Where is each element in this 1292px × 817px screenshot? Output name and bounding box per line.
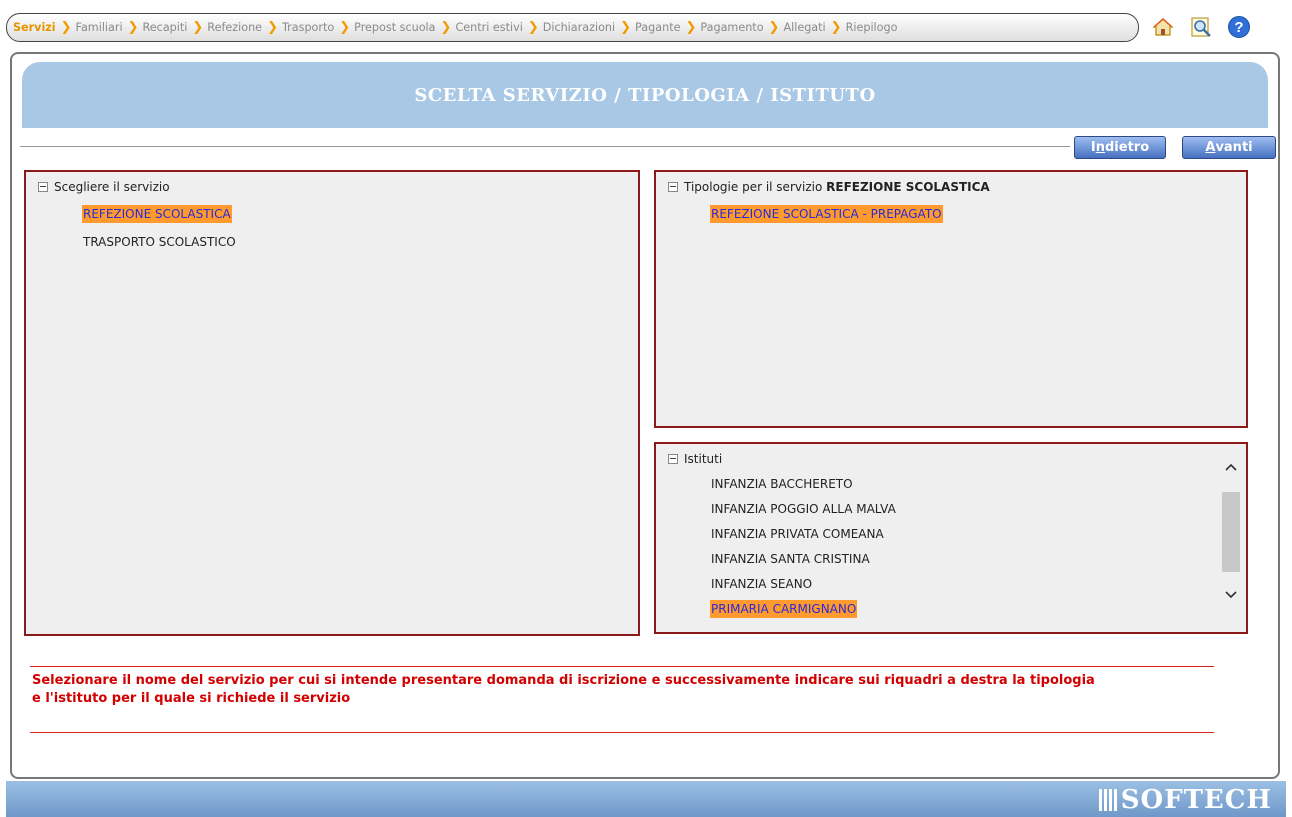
back-button-label-c: dietro [1104, 140, 1150, 155]
istituto-item[interactable]: INFANZIA SANTA CRISTINA [710, 550, 871, 568]
scrollbar-thumb[interactable] [1222, 492, 1240, 572]
chevron-right-icon: ❯ [127, 20, 139, 35]
logo-bars-icon [1098, 789, 1117, 811]
breadcrumb-step-pagante[interactable]: Pagante ❯ [635, 20, 700, 35]
message-divider-top [30, 666, 1214, 667]
chevron-right-icon: ❯ [192, 20, 204, 35]
title-bar: SCELTA SERVIZIO / TIPOLOGIA / ISTITUTO [22, 62, 1268, 128]
chevron-down-icon[interactable] [1222, 586, 1240, 604]
home-icon[interactable] [1150, 14, 1176, 40]
breadcrumb-label: Pagante [635, 21, 681, 34]
breadcrumb-step-familiari[interactable]: Familiari ❯ [76, 20, 143, 35]
footer: SOFTECH [6, 781, 1286, 817]
back-button-label-b: n [1095, 140, 1105, 155]
breadcrumb-step-servizi[interactable]: Servizi ❯ [13, 20, 76, 35]
breadcrumb-label: Familiari [75, 21, 123, 34]
page-title: SCELTA SERVIZIO / TIPOLOGIA / ISTITUTO [414, 84, 876, 106]
chevron-right-icon: ❯ [339, 20, 351, 35]
istituto-item[interactable]: INFANZIA PRIVATA COMEANA [710, 525, 885, 543]
collapse-icon[interactable] [38, 182, 48, 192]
servizi-header-label: Scegliere il servizio [54, 180, 170, 194]
istituto-item[interactable]: INFANZIA POGGIO ALLA MALVA [710, 500, 897, 518]
istituto-item[interactable]: INFANZIA SEANO [710, 575, 813, 593]
breadcrumb-step-trasporto[interactable]: Trasporto ❯ [282, 20, 354, 35]
breadcrumb-label: Refezione [207, 21, 263, 34]
chevron-right-icon: ❯ [60, 20, 72, 35]
tipologie-header-prefix: Tipologie per il servizio [684, 180, 823, 194]
breadcrumb-step-riepilogo[interactable]: Riepilogo [846, 21, 898, 34]
servizio-item-refezione[interactable]: REFEZIONE SCOLASTICA [82, 205, 232, 223]
chevron-right-icon: ❯ [685, 20, 697, 35]
chevron-right-icon: ❯ [768, 20, 780, 35]
breadcrumb-label: Prepost scuola [354, 21, 436, 34]
message-divider-bottom [30, 732, 1214, 733]
svg-text:?: ? [1234, 19, 1243, 36]
instruction-line-1: Selezionare il nome del servizio per cui… [32, 673, 1095, 688]
chevron-right-icon: ❯ [620, 20, 632, 35]
breadcrumb-label: Dichiarazioni [542, 21, 616, 34]
help-icon[interactable]: ? [1226, 14, 1252, 40]
header-icons: ? [1150, 14, 1252, 40]
tipologia-item-prepagato[interactable]: REFEZIONE SCOLASTICA - PREPAGATO [710, 205, 943, 223]
breadcrumb-label: Recapiti [142, 21, 188, 34]
istituto-item[interactable]: INFANZIA BACCHERETO [710, 475, 854, 493]
breadcrumb-step-refezione[interactable]: Refezione ❯ [207, 20, 282, 35]
breadcrumb-step-centri-estivi[interactable]: Centri estivi ❯ [455, 20, 542, 35]
breadcrumb: Servizi ❯ Familiari ❯ Recapiti ❯ Refezione ❯… [6, 13, 1139, 42]
instruction-line-2: e l'istituto per il quale si richiede il… [32, 691, 351, 706]
collapse-icon[interactable] [668, 182, 678, 192]
breadcrumb-step-prepost[interactable]: Prepost scuola ❯ [354, 20, 455, 35]
collapse-icon[interactable] [668, 454, 678, 464]
tipologie-header-service: REFEZIONE SCOLASTICA [826, 180, 990, 194]
servizi-tree-header[interactable]: Scegliere il servizio [38, 180, 170, 194]
next-button-label-b: vanti [1215, 140, 1253, 155]
breadcrumb-label: Centri estivi [455, 21, 523, 34]
breadcrumb-label: Pagamento [700, 21, 764, 34]
breadcrumb-label: Allegati [783, 21, 826, 34]
tipologie-tree: Tipologie per il servizio REFEZIONE SCOL… [654, 170, 1248, 428]
istituti-tree-header[interactable]: Istituti [668, 452, 722, 466]
breadcrumb-step-dichiarazioni[interactable]: Dichiarazioni ❯ [543, 20, 635, 35]
softech-logo: SOFTECH [1098, 785, 1272, 815]
breadcrumb-label: Riepilogo [845, 21, 898, 34]
servizi-tree: Scegliere il servizio REFEZIONE SCOLASTI… [24, 170, 640, 636]
chevron-right-icon: ❯ [830, 20, 842, 35]
chevron-right-icon: ❯ [440, 20, 452, 35]
logo-text: SOFTECH [1120, 785, 1272, 815]
breadcrumb-label: Trasporto [281, 21, 335, 34]
breadcrumb-label: Servizi [13, 21, 56, 34]
next-button-label-a: A [1205, 140, 1216, 155]
chevron-right-icon: ❯ [527, 20, 539, 35]
breadcrumb-step-pagamento[interactable]: Pagamento ❯ [700, 20, 783, 35]
istituti-scrollbar[interactable] [1222, 458, 1240, 618]
instruction-message: Selezionare il nome del servizio per cui… [32, 672, 1212, 708]
chevron-up-icon[interactable] [1222, 458, 1240, 476]
istituti-header-label: Istituti [684, 452, 723, 466]
istituto-item-selected[interactable]: PRIMARIA CARMIGNANO [710, 600, 858, 618]
back-button[interactable]: In dietro [1074, 136, 1166, 159]
breadcrumb-step-allegati[interactable]: Allegati ❯ [783, 20, 845, 35]
istituti-tree: Istituti INFANZIA BACCHERETO INFANZIA PO… [654, 442, 1248, 634]
tipologie-tree-header[interactable]: Tipologie per il servizio REFEZIONE SCOL… [668, 180, 990, 194]
next-button[interactable]: Avanti [1182, 136, 1276, 159]
breadcrumb-step-recapiti[interactable]: Recapiti ❯ [143, 20, 208, 35]
divider [20, 146, 1070, 147]
servizio-item-trasporto[interactable]: TRASPORTO SCOLASTICO [82, 233, 237, 251]
chevron-right-icon: ❯ [267, 20, 278, 35]
main-panel: SCELTA SERVIZIO / TIPOLOGIA / ISTITUTO I… [10, 52, 1280, 779]
preview-icon[interactable] [1188, 14, 1214, 40]
